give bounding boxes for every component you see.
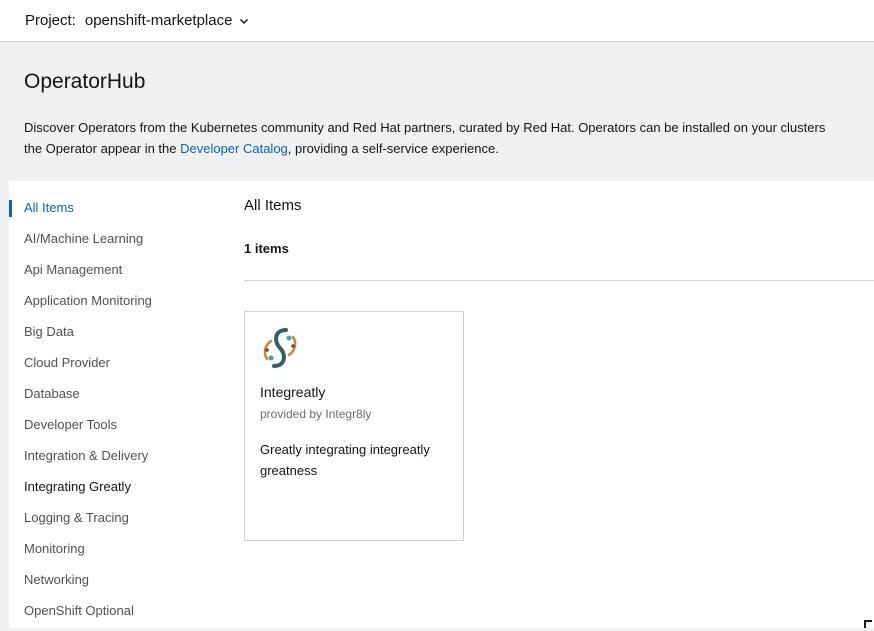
tile-name: Integreatly	[260, 384, 326, 400]
operatorhub-content: All Items AI/Machine Learning Api Manageme…	[9, 181, 874, 628]
sidebar-item-cloud-provider[interactable]: Cloud Provider	[9, 352, 219, 383]
sidebar-item-openshift-optional[interactable]: OpenShift Optional	[9, 600, 219, 631]
chevron-down-icon[interactable]	[239, 16, 249, 26]
sidebar-item-all-items[interactable]: All Items	[9, 197, 219, 228]
page-description: Discover Operators from the Kubernetes c…	[24, 117, 874, 159]
project-bar: Project: openshift-marketplace	[0, 0, 874, 42]
page-title: OperatorHub	[24, 70, 146, 93]
tile-summary: Greatly integrating integreatly greatnes…	[260, 442, 430, 478]
sidebar-item-developer-tools[interactable]: Developer Tools	[9, 414, 219, 445]
sidebar-item-networking[interactable]: Networking	[9, 569, 219, 600]
resize-handle[interactable]	[864, 620, 872, 628]
divider	[244, 280, 874, 281]
sidebar-item-big-data[interactable]: Big Data	[9, 321, 219, 352]
operator-tile[interactable]: Integreatly provided by Integr8ly Greatl…	[244, 311, 464, 541]
sidebar-item-integrating-greatly[interactable]: Integrating Greatly	[9, 476, 219, 507]
integreatly-logo-icon	[260, 326, 300, 370]
sidebar-item-application-monitoring[interactable]: Application Monitoring	[9, 290, 219, 321]
tile-provider: provided by Integr8ly	[260, 407, 372, 421]
sidebar-item-logging-tracing[interactable]: Logging & Tracing	[9, 507, 219, 538]
sidebar-item-monitoring[interactable]: Monitoring	[9, 538, 219, 569]
sidebar-item-api-management[interactable]: Api Management	[9, 259, 219, 290]
project-selector[interactable]: openshift-marketplace	[85, 12, 233, 29]
main-title: All Items	[244, 197, 302, 214]
sidebar-item-ai-machine-learning[interactable]: AI/Machine Learning	[9, 228, 219, 259]
sidebar-item-database[interactable]: Database	[9, 383, 219, 414]
description-line-2: the Operator appear in the Developer Cat…	[24, 138, 874, 159]
developer-catalog-link[interactable]: Developer Catalog	[180, 141, 288, 156]
sidebar-item-integration-delivery[interactable]: Integration & Delivery	[9, 445, 219, 476]
description-line-1: Discover Operators from the Kubernetes c…	[24, 120, 826, 135]
project-label: Project:	[25, 12, 76, 29]
description-text-end: , providing a self-service experience.	[287, 141, 499, 156]
item-count: 1 items	[244, 241, 289, 256]
category-sidebar: All Items AI/Machine Learning Api Manageme…	[9, 197, 219, 631]
description-text: the Operator appear in the	[24, 141, 181, 156]
